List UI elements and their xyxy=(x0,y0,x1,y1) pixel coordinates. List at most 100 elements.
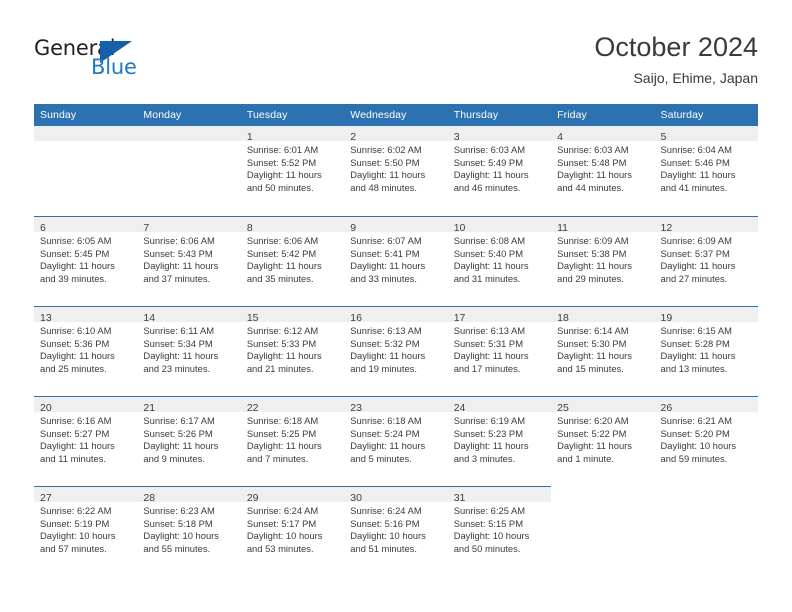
day-number-band: 8 xyxy=(240,217,345,234)
daylight-text-cont: and 9 minutes. xyxy=(143,452,205,464)
daylight-text-cont: and 57 minutes. xyxy=(40,542,107,554)
sunset-text: Sunset: 5:52 PM xyxy=(246,156,317,168)
day-cell: 11 Sunrise: 6:09 AM Sunset: 5:38 PM Dayligh… xyxy=(551,216,655,306)
daylight-text: Daylight: 10 hours xyxy=(143,530,219,542)
calendar-cell[interactable]: 1 Sunrise: 6:01 AM Sunset: 5:52 PM Daylight… xyxy=(240,126,345,216)
day-details: Sunrise: 6:05 AM Sunset: 5:45 PM Daylight:… xyxy=(34,232,137,285)
calendar-cell[interactable]: 27 Sunrise: 6:22 AM Sunset: 5:19 PM Dayligh… xyxy=(34,486,138,576)
calendar-cell[interactable]: 25 Sunrise: 6:20 AM Sunset: 5:22 PM Dayligh… xyxy=(551,396,655,486)
day-number-band: 5 xyxy=(654,126,758,143)
sunset-text: Sunset: 5:23 PM xyxy=(453,427,523,439)
sunrise-text: Sunrise: 6:12 AM xyxy=(246,325,319,336)
calendar-cell[interactable]: 9 Sunrise: 6:07 AM Sunset: 5:41 PM Daylight… xyxy=(344,216,448,306)
calendar-cell xyxy=(34,126,138,216)
day-details: Sunrise: 6:25 AM Sunset: 5:15 PM Daylight:… xyxy=(448,502,551,555)
sunrise-text: Sunrise: 6:19 AM xyxy=(453,415,526,426)
day-details: Sunrise: 6:10 AM Sunset: 5:36 PM Daylight:… xyxy=(34,322,137,375)
daylight-text: Daylight: 11 hours xyxy=(557,440,632,452)
sunrise-text: Sunrise: 6:06 AM xyxy=(143,235,215,246)
day-cell: 16 Sunrise: 6:13 AM Sunset: 5:32 PM Dayligh… xyxy=(344,306,448,396)
daylight-text-cont: and 41 minutes. xyxy=(660,181,728,193)
weekday-header-monday: Monday xyxy=(137,104,241,126)
calendar-cell[interactable]: 30 Sunrise: 6:24 AM Sunset: 5:16 PM Dayligh… xyxy=(344,486,448,576)
calendar-cell[interactable]: 6 Sunrise: 6:05 AM Sunset: 5:45 PM Daylight… xyxy=(34,216,138,306)
calendar-cell[interactable]: 14 Sunrise: 6:11 AM Sunset: 5:34 PM Dayligh… xyxy=(137,306,241,396)
day-details: Sunrise: 6:03 AM Sunset: 5:49 PM Daylight:… xyxy=(448,141,551,194)
daylight-text-cont: and 46 minutes. xyxy=(453,181,521,193)
daylight-text: Daylight: 11 hours xyxy=(246,440,322,452)
calendar-cell[interactable]: 26 Sunrise: 6:21 AM Sunset: 5:20 PM Dayligh… xyxy=(654,396,758,486)
sunrise-text: Sunrise: 6:08 AM xyxy=(453,235,526,246)
daylight-text: Daylight: 10 hours xyxy=(350,530,426,542)
sunrise-text: Sunrise: 6:22 AM xyxy=(40,505,112,516)
calendar-cell[interactable]: 18 Sunrise: 6:14 AM Sunset: 5:30 PM Dayligh… xyxy=(551,306,655,396)
sunset-text: Sunset: 5:41 PM xyxy=(350,247,420,259)
weekday-header-friday: Friday xyxy=(551,104,655,126)
calendar-cell[interactable]: 10 Sunrise: 6:08 AM Sunset: 5:40 PM Dayligh… xyxy=(447,216,552,306)
day-number: 25 xyxy=(557,402,569,414)
calendar-cell[interactable]: 20 Sunrise: 6:16 AM Sunset: 5:27 PM Dayligh… xyxy=(34,396,138,486)
sunset-text: Sunset: 5:33 PM xyxy=(246,337,317,349)
calendar-page: General Blue October 2024 Saijo, Ehime, … xyxy=(0,0,792,612)
day-cell: 27 Sunrise: 6:22 AM Sunset: 5:19 PM Dayligh… xyxy=(34,486,138,576)
sunset-text: Sunset: 5:16 PM xyxy=(350,517,420,529)
daylight-text-cont: and 1 minute. xyxy=(557,452,614,464)
calendar-cell[interactable]: 7 Sunrise: 6:06 AM Sunset: 5:43 PM Daylight… xyxy=(137,216,241,306)
sunrise-text: Sunrise: 6:18 AM xyxy=(350,415,422,426)
calendar-cell[interactable]: 23 Sunrise: 6:18 AM Sunset: 5:24 PM Dayligh… xyxy=(344,396,448,486)
day-details: Sunrise: 6:13 AM Sunset: 5:32 PM Daylight:… xyxy=(344,322,447,375)
day-details: Sunrise: 6:24 AM Sunset: 5:16 PM Daylight:… xyxy=(344,502,447,555)
daylight-text-cont: and 51 minutes. xyxy=(350,542,417,554)
calendar-cell[interactable]: 13 Sunrise: 6:10 AM Sunset: 5:36 PM Dayligh… xyxy=(34,306,138,396)
calendar-cell[interactable]: 16 Sunrise: 6:13 AM Sunset: 5:32 PM Dayligh… xyxy=(344,306,448,396)
calendar-cell[interactable]: 19 Sunrise: 6:15 AM Sunset: 5:28 PM Dayligh… xyxy=(654,306,758,396)
calendar-cell[interactable]: 28 Sunrise: 6:23 AM Sunset: 5:18 PM Dayligh… xyxy=(137,486,241,576)
calendar-cell[interactable]: 31 Sunrise: 6:25 AM Sunset: 5:15 PM Dayligh… xyxy=(447,486,552,576)
weekday-header-row: Sunday Monday Tuesday Wednesday Thursday… xyxy=(34,104,758,126)
sunset-text: Sunset: 5:27 PM xyxy=(40,427,110,439)
sunrise-text: Sunrise: 6:03 AM xyxy=(557,144,629,155)
calendar-cell[interactable]: 2 Sunrise: 6:02 AM Sunset: 5:50 PM Daylight… xyxy=(344,126,448,216)
day-number-band: 29 xyxy=(240,487,345,504)
day-cell: 13 Sunrise: 6:10 AM Sunset: 5:36 PM Dayligh… xyxy=(34,306,138,396)
calendar-cell[interactable]: 22 Sunrise: 6:18 AM Sunset: 5:25 PM Dayligh… xyxy=(240,396,345,486)
calendar-cell[interactable]: 29 Sunrise: 6:24 AM Sunset: 5:17 PM Dayligh… xyxy=(240,486,345,576)
calendar-cell[interactable]: 3 Sunrise: 6:03 AM Sunset: 5:49 PM Daylight… xyxy=(447,126,552,216)
sunrise-text: Sunrise: 6:03 AM xyxy=(453,144,526,155)
day-details: Sunrise: 6:23 AM Sunset: 5:18 PM Daylight:… xyxy=(137,502,240,555)
page-title: October 2024 xyxy=(594,32,758,62)
sunset-text: Sunset: 5:20 PM xyxy=(660,427,730,439)
daylight-text-cont: and 44 minutes. xyxy=(557,181,624,193)
day-number-band: 20 xyxy=(34,397,138,414)
day-details: Sunrise: 6:06 AM Sunset: 5:43 PM Daylight:… xyxy=(137,232,240,285)
day-details: Sunrise: 6:21 AM Sunset: 5:20 PM Daylight:… xyxy=(655,412,758,465)
day-cell: 17 Sunrise: 6:13 AM Sunset: 5:31 PM Dayligh… xyxy=(447,306,552,396)
sunrise-text: Sunrise: 6:07 AM xyxy=(350,235,422,246)
sunrise-text: Sunrise: 6:10 AM xyxy=(40,325,112,336)
calendar-cell[interactable]: 4 Sunrise: 6:03 AM Sunset: 5:48 PM Daylight… xyxy=(551,126,655,216)
day-cell: 18 Sunrise: 6:14 AM Sunset: 5:30 PM Dayligh… xyxy=(551,306,655,396)
calendar-cell[interactable]: 5 Sunrise: 6:04 AM Sunset: 5:46 PM Daylight… xyxy=(654,126,758,216)
calendar-cell[interactable]: 15 Sunrise: 6:12 AM Sunset: 5:33 PM Dayligh… xyxy=(240,306,345,396)
daylight-text-cont: and 5 minutes. xyxy=(350,452,412,464)
calendar-cell[interactable]: 8 Sunrise: 6:06 AM Sunset: 5:42 PM Daylight… xyxy=(240,216,345,306)
day-cell: 24 Sunrise: 6:19 AM Sunset: 5:23 PM Dayligh… xyxy=(447,396,552,486)
day-cell: 30 Sunrise: 6:24 AM Sunset: 5:16 PM Dayligh… xyxy=(344,486,448,576)
sunset-text: Sunset: 5:45 PM xyxy=(40,247,110,259)
day-cell: 1 Sunrise: 6:01 AM Sunset: 5:52 PM Daylight… xyxy=(240,126,345,216)
day-details: Sunrise: 6:14 AM Sunset: 5:30 PM Daylight:… xyxy=(551,322,654,375)
calendar-cell[interactable]: 12 Sunrise: 6:09 AM Sunset: 5:37 PM Dayligh… xyxy=(654,216,758,306)
day-cell: 28 Sunrise: 6:23 AM Sunset: 5:18 PM Dayligh… xyxy=(137,486,241,576)
calendar-cell[interactable]: 21 Sunrise: 6:17 AM Sunset: 5:26 PM Dayligh… xyxy=(137,396,241,486)
daylight-text: Daylight: 11 hours xyxy=(40,440,115,452)
sunrise-text: Sunrise: 6:11 AM xyxy=(143,325,215,336)
calendar-cell[interactable]: 17 Sunrise: 6:13 AM Sunset: 5:31 PM Dayligh… xyxy=(447,306,552,396)
calendar-cell[interactable]: 24 Sunrise: 6:19 AM Sunset: 5:23 PM Dayligh… xyxy=(447,396,552,486)
day-cell: 4 Sunrise: 6:03 AM Sunset: 5:48 PM Daylight… xyxy=(551,126,655,216)
brand-logo[interactable]: General Blue xyxy=(34,36,214,84)
calendar-cell[interactable]: 11 Sunrise: 6:09 AM Sunset: 5:38 PM Dayligh… xyxy=(551,216,655,306)
sunset-text: Sunset: 5:25 PM xyxy=(246,427,317,439)
day-cell: 6 Sunrise: 6:05 AM Sunset: 5:45 PM Daylight… xyxy=(34,216,138,306)
sunrise-text: Sunrise: 6:16 AM xyxy=(40,415,112,426)
day-number-band: 21 xyxy=(137,397,241,414)
